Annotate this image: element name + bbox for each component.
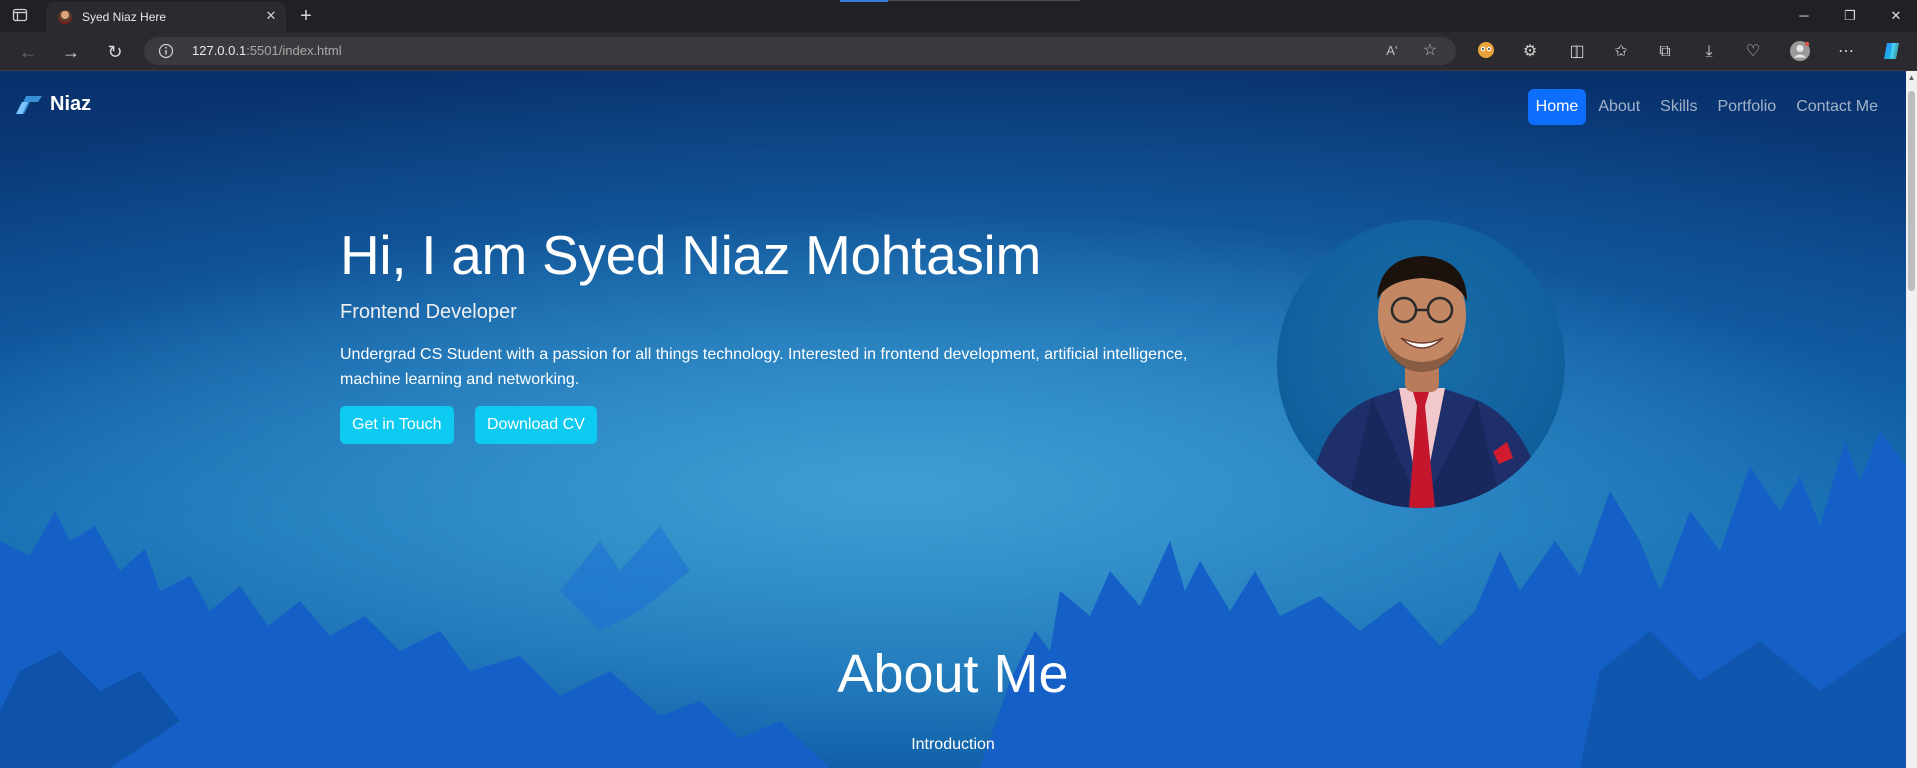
page-viewport: Niaz Home About Skills Portfolio Contact… [0, 71, 1906, 768]
hero-description: Undergrad CS Student with a passion for … [340, 346, 1188, 388]
more-icon[interactable]: ⋯ [1834, 40, 1858, 64]
brand-name: Niaz [50, 92, 92, 115]
nav-link-skills[interactable]: Skills [1652, 89, 1705, 125]
about-section-title: About Me [837, 644, 1069, 704]
tab-title: Syed Niaz Here [82, 10, 167, 24]
window-close-icon[interactable]: ✕ [1873, 0, 1917, 32]
page-scrollbar[interactable]: ▲ [1906, 71, 1917, 768]
extension-avatar-icon[interactable] [1474, 40, 1498, 64]
profile-icon[interactable] [1788, 40, 1812, 64]
navbar-links: Home About Skills Portfolio Contact Me [1527, 89, 1886, 125]
scroll-up-icon[interactable]: ▲ [1907, 73, 1916, 82]
performance-icon[interactable]: ♡ [1741, 40, 1765, 64]
download-cv-button[interactable]: Download CV [475, 406, 597, 444]
download-icon[interactable]: ⤓ [1697, 40, 1721, 64]
url-host: 127.0.0.1 [192, 43, 247, 58]
hero-title: Hi, I am Syed Niaz Mohtasim [340, 224, 1041, 286]
refresh-icon[interactable]: ↻ [103, 40, 127, 64]
tab-favicon-icon [58, 10, 72, 24]
tab-close-icon[interactable]: ✕ [262, 7, 280, 25]
extensions-icon[interactable]: ⚙ [1518, 40, 1542, 64]
about-section-subtitle: Introduction [911, 736, 995, 753]
collections-icon[interactable]: ⧉ [1653, 40, 1677, 64]
scrollbar-thumb[interactable] [1908, 91, 1915, 291]
minimize-icon[interactable]: ─ [1781, 0, 1827, 32]
url-text[interactable]: 127.0.0.1:5501/index.html [192, 43, 342, 58]
profile-photo [1277, 220, 1565, 508]
brand-logo-icon [16, 96, 42, 114]
browser-toolbar: ← → ↻ 127.0.0.1:5501/index.html Aʻ ☆ ⚙ |… [0, 32, 1917, 71]
favorites-icon[interactable]: ✩ [1609, 40, 1633, 64]
browser-tab-active[interactable]: Syed Niaz Here ✕ [46, 2, 286, 32]
nav-link-contact[interactable]: Contact Me [1788, 89, 1886, 125]
navbar-brand[interactable]: Niaz [14, 92, 91, 116]
star-icon[interactable]: ☆ [1420, 41, 1440, 61]
tab-indicator [840, 0, 888, 2]
address-bar[interactable]: 127.0.0.1:5501/index.html Aʻ ☆ [144, 37, 1456, 65]
url-path: :5501/index.html [246, 43, 342, 58]
read-aloud-icon[interactable]: Aʻ [1382, 41, 1402, 61]
split-screen-icon[interactable]: ◫ [1565, 40, 1589, 64]
get-in-touch-button[interactable]: Get in Touch [340, 406, 454, 444]
new-tab-icon[interactable]: + [296, 6, 316, 26]
back-icon[interactable]: ← [16, 40, 40, 64]
hero-subtitle: Frontend Developer [340, 301, 517, 323]
nav-link-about[interactable]: About [1590, 89, 1648, 125]
tab-divider [888, 0, 1080, 1]
nav-link-portfolio[interactable]: Portfolio [1709, 89, 1784, 125]
info-icon[interactable] [158, 43, 174, 59]
copilot-icon[interactable] [1880, 40, 1904, 64]
tab-actions-icon[interactable] [12, 7, 34, 25]
restore-icon[interactable]: ❐ [1827, 0, 1873, 32]
browser-tab-bar: Syed Niaz Here ✕ + ─ ❐ ✕ [0, 0, 1917, 32]
nav-link-home[interactable]: Home [1527, 89, 1587, 125]
forward-icon[interactable]: → [59, 40, 83, 64]
